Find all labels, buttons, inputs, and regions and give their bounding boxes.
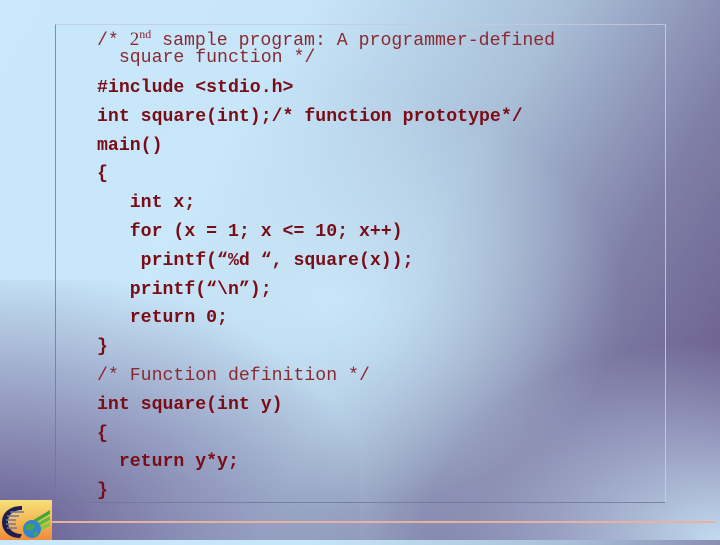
code-line: printf(“%d “, square(x)); (97, 250, 414, 271)
code-line: } (97, 337, 108, 358)
code-line: printf(“\n”); (97, 279, 272, 300)
code-line: } (97, 481, 108, 502)
code-line: return y*y; (97, 452, 239, 473)
code-line: int x; (97, 193, 196, 214)
footer-divider (52, 521, 716, 523)
code-line: { (97, 164, 108, 185)
code-line: #include <stdio.h> (97, 78, 294, 98)
code-comment-line: /* Function definition */ (97, 365, 370, 386)
code-listing: /* 2nd sample program: A programmer-defi… (97, 20, 555, 506)
logo-graphic (2, 506, 50, 538)
globe-logo-icon (0, 500, 52, 540)
code-line: { (97, 423, 108, 444)
code-line: return 0; (97, 308, 228, 329)
code-line: main() (97, 135, 163, 156)
code-line: int square(int y) (97, 394, 283, 415)
code-comment-line: /* 2nd sample program: A programmer-defi… (97, 22, 555, 51)
code-line: for (x = 1; x <= 10; x++) (97, 221, 403, 242)
code-line: int square(int);/* function prototype*/ (97, 106, 523, 127)
ordinal-suffix: nd (139, 27, 152, 41)
